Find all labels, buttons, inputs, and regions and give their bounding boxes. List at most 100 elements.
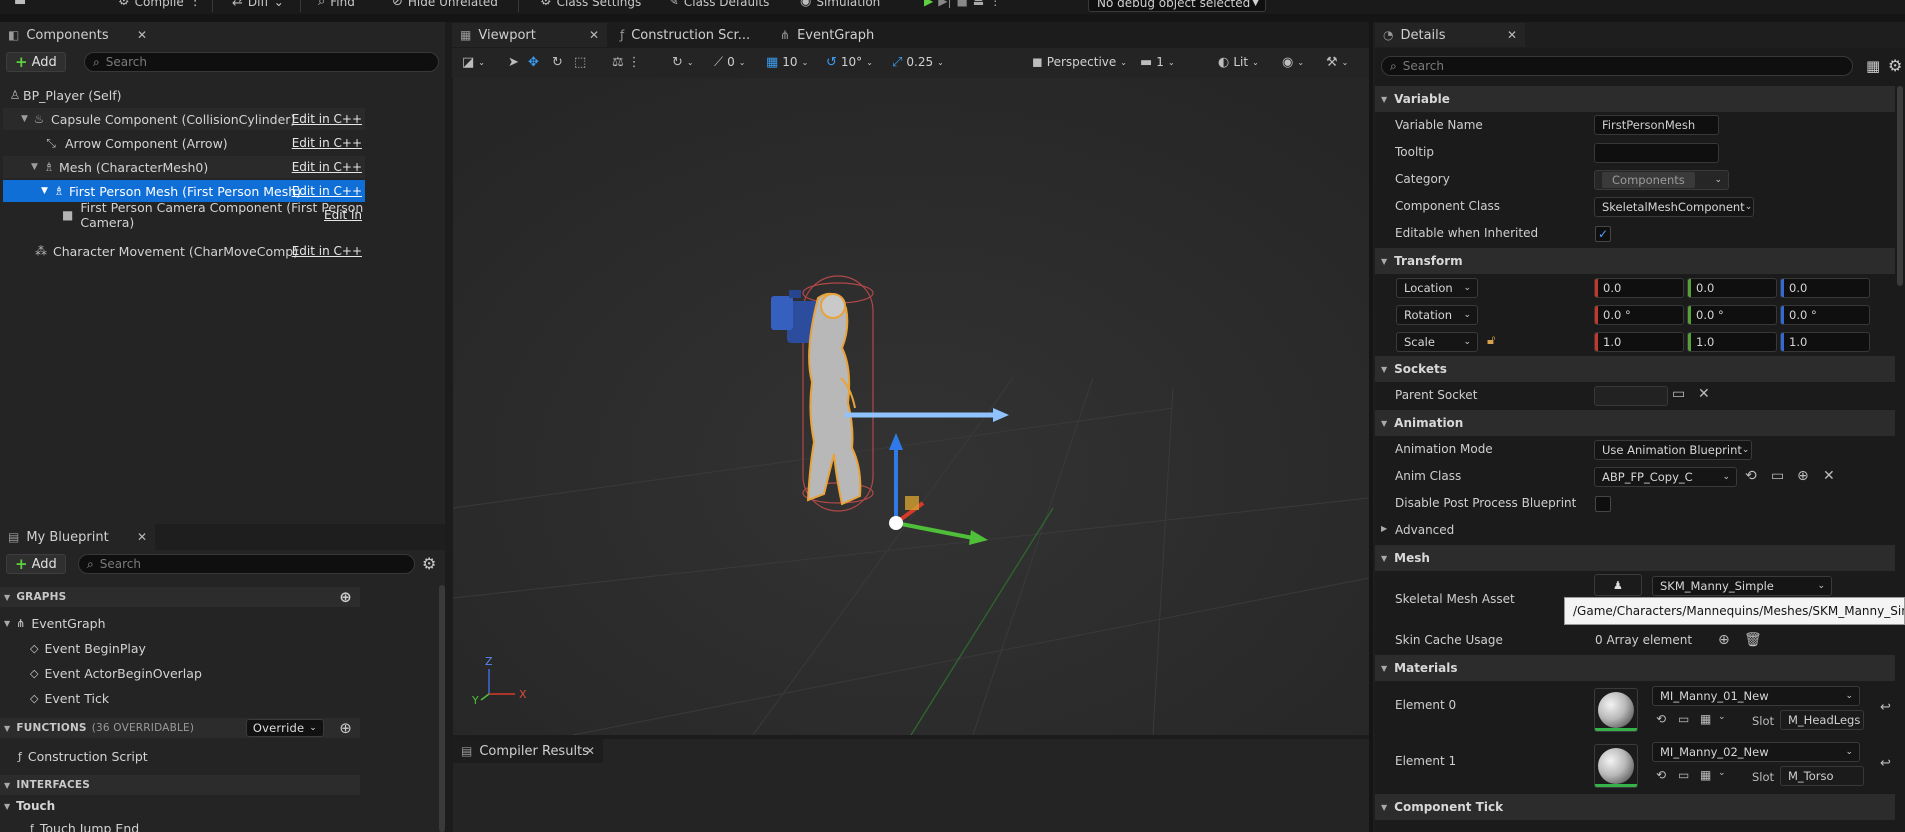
tree-row-char-movement[interactable]: ⁂ Character Movement (CharMoveComp) Edit… [3,240,365,262]
compile-button[interactable]: ⚙ Compile ⋮ [118,0,202,9]
graphs-section-header[interactable]: ▼ GRAPHS ⊕ [0,587,360,607]
rotation-snap-button[interactable]: ↺ 10° ⌄ [826,51,873,73]
tab-event-graph[interactable]: ⋔ EventGraph [772,23,922,47]
save-button[interactable]: ▬ [14,0,26,9]
camera-speed-button[interactable]: ▬ 1 ⌄ [1140,51,1175,73]
location-y-field[interactable]: 0.0 [1687,278,1777,298]
tab-viewport[interactable]: ▦ Viewport ✕ [452,23,607,47]
settings-gear-icon[interactable]: ⚙ [1888,56,1902,75]
scale-tool-button[interactable]: ⬚ [574,51,586,73]
event-item[interactable]: ◇ Event ActorBeginOverlap [30,666,202,681]
tab-compiler-results[interactable]: ▤ Compiler Results ✕ [453,739,603,763]
chevron-down-icon[interactable]: ⌄ [1718,768,1726,778]
component-class-combo[interactable]: SkeletalMeshComponent ⌄ [1594,197,1754,217]
lock-icon[interactable]: 🔓︎ [1487,333,1495,348]
settings-gear-icon[interactable]: ⚙ [422,554,436,573]
mesh-category-header[interactable]: ▼ Mesh [1375,545,1895,571]
class-defaults-button[interactable]: ✎ Class Defaults [668,0,769,9]
functions-section-header[interactable]: ▼ FUNCTIONS (36 OVERRIDABLE) Override ⌄ ⊕ [0,718,360,738]
select-tool-button[interactable]: ➤ [508,51,519,73]
diff-button[interactable]: ⇄ Diff ⌄ [232,0,284,9]
lit-button[interactable]: ◐ Lit ⌄ [1218,51,1259,73]
step-icon[interactable]: ▶| [938,0,951,8]
edit-in-cpp-link[interactable]: Edit in [324,208,362,222]
material-thumbnail[interactable] [1594,688,1638,732]
hide-unrelated-button[interactable]: ⊘ Hide Unrelated [392,0,498,9]
rotation-z-field[interactable]: 0.0 ° [1780,305,1870,325]
sockets-category-header[interactable]: ▼ Sockets [1375,356,1895,382]
variable-name-field[interactable]: FirstPersonMesh [1594,115,1719,135]
material-combo[interactable]: MI_Manny_01_New ⌄ [1652,686,1860,706]
editable-inherited-checkbox[interactable]: ✓ [1595,226,1611,242]
close-icon[interactable]: ✕ [589,28,599,42]
event-item[interactable]: ◇ Event Tick [30,691,109,706]
my-blueprint-search-input[interactable] [99,557,414,571]
close-icon[interactable]: ✕ [1507,28,1517,42]
viewport-canvas[interactable]: Z Y X [453,78,1369,735]
edit-in-cpp-link[interactable]: Edit in C++ [292,160,362,174]
parent-socket-field[interactable] [1594,386,1668,406]
anim-class-combo[interactable]: ABP_FP_Copy_C ⌄ [1594,467,1737,487]
details-scrollbar[interactable] [1897,86,1903,286]
location-x-field[interactable]: 0.0 [1594,278,1684,298]
close-icon[interactable]: ✕ [137,530,147,544]
slot-field[interactable]: M_Torso [1780,766,1864,786]
touch-item[interactable]: ƒ Touch Jump End [30,821,139,832]
edit-in-cpp-link[interactable]: Edit in C++ [292,244,362,258]
select-mode-button[interactable]: ◪ ⌄ [462,51,485,73]
transform-category-header[interactable]: ▼ Transform [1375,248,1895,274]
disable-pp-checkbox[interactable] [1595,496,1611,512]
trash-icon[interactable]: 🗑︎ [1744,632,1762,648]
component-tick-category-header[interactable]: ▼ Component Tick [1375,794,1895,820]
browse-folder-icon[interactable]: ▭ [1672,386,1685,402]
translate-tool-button[interactable]: ✥ [528,51,539,73]
chevron-down-icon[interactable]: ⌄ [1718,712,1726,722]
tab-components[interactable]: ◧ Components ✕ [0,23,155,47]
add-component-button[interactable]: + Add [6,52,66,72]
rotation-y-field[interactable]: 0.0 ° [1687,305,1777,325]
slot-field[interactable]: M_HeadLegs [1780,710,1864,730]
browse-folder-icon[interactable]: ▭ [1678,712,1689,726]
tree-row-mesh[interactable]: ▼ ♗ Mesh (CharacterMesh0) Edit in C++ [3,156,365,178]
viewport-settings-button[interactable]: ⚒ ⌄ [1326,51,1348,73]
animation-mode-combo[interactable]: Use Animation Blueprint ⌄ [1594,440,1752,460]
eject-icon[interactable]: ⏏ [973,0,984,8]
scale-snap-button[interactable]: ⤢ 0.25 ⌄ [892,51,944,73]
tab-details[interactable]: ◔ Details ✕ [1375,23,1525,47]
skeletal-mesh-asset-combo[interactable]: SKM_Manny_Simple ⌄ [1652,576,1832,596]
browse-folder-icon[interactable]: ▭ [1771,468,1784,484]
add-graph-icon[interactable]: ⊕ [339,588,352,606]
perspective-button[interactable]: ◼ Perspective ⌄ [1032,51,1127,73]
tree-row-arrow[interactable]: ⤡ Arrow Component (Arrow) Edit in C++ [3,132,365,154]
scale-x-field[interactable]: 1.0 [1594,332,1684,352]
add-member-button[interactable]: + Add [6,554,66,574]
components-search[interactable]: ⌕ [84,52,439,72]
category-combo[interactable]: Components ⌄ [1594,170,1729,190]
show-flags-button[interactable]: ◉ ⌄ [1282,51,1304,73]
close-icon[interactable]: ✕ [585,744,595,758]
event-graph-item[interactable]: ▼ ⋔ EventGraph [4,616,106,631]
tree-root[interactable]: ♙ BP_Player (Self) [3,84,365,106]
material-combo[interactable]: MI_Manny_02_New ⌄ [1652,742,1860,762]
angle-snap-button[interactable]: ⟋ 0 ⌄ [714,51,745,73]
rotation-mode-combo[interactable]: Rotation ⌄ [1396,305,1478,325]
scale-y-field[interactable]: 1.0 [1687,332,1777,352]
advanced-row[interactable]: ▶ Advanced [1375,517,1895,544]
add-function-icon[interactable]: ⊕ [339,719,352,737]
reset-icon[interactable]: ↩ [1880,756,1891,771]
my-blueprint-search[interactable]: ⌕ [78,554,415,574]
texture-icon[interactable]: ▦ [1700,712,1711,726]
tab-construction-script[interactable]: ƒ Construction Scr... [612,23,762,47]
override-dropdown[interactable]: Override ⌄ [245,719,324,737]
details-search-input[interactable] [1402,59,1852,73]
material-thumbnail[interactable] [1594,744,1638,788]
world-local-button[interactable]: ↻ ⌄ [672,51,694,73]
property-matrix-icon[interactable]: ▦ [1866,57,1880,75]
expand-caret-icon[interactable]: ▼ [41,186,51,196]
scale-mode-combo[interactable]: Scale ⌄ [1396,332,1478,352]
tree-row-capsule[interactable]: ▼ ♨ Capsule Component (CollisionCylinder… [3,108,365,130]
transform-options-button[interactable]: ⚖ ⋮ [612,51,641,73]
expand-caret-icon[interactable]: ▼ [31,162,41,172]
expand-caret-icon[interactable]: ▼ [21,114,31,124]
tab-my-blueprint[interactable]: ▤ My Blueprint ✕ [0,524,155,550]
